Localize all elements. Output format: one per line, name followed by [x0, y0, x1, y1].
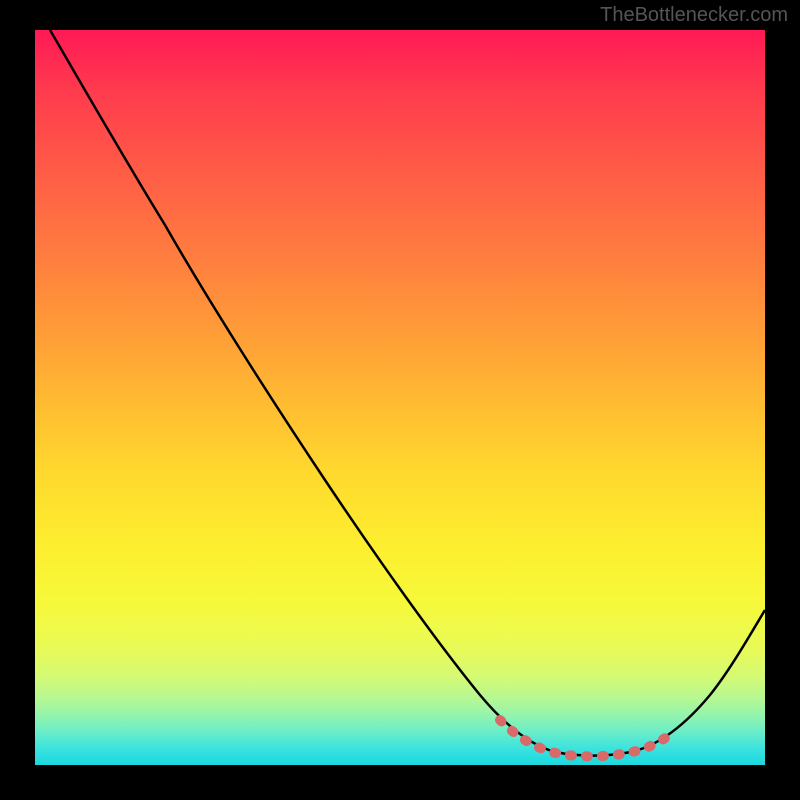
highlight-segment — [500, 720, 675, 756]
chart-svg — [35, 30, 765, 765]
watermark-text: TheBottlenecker.com — [600, 4, 788, 27]
chart-plot-area — [35, 30, 765, 765]
main-curve-line — [50, 30, 765, 756]
